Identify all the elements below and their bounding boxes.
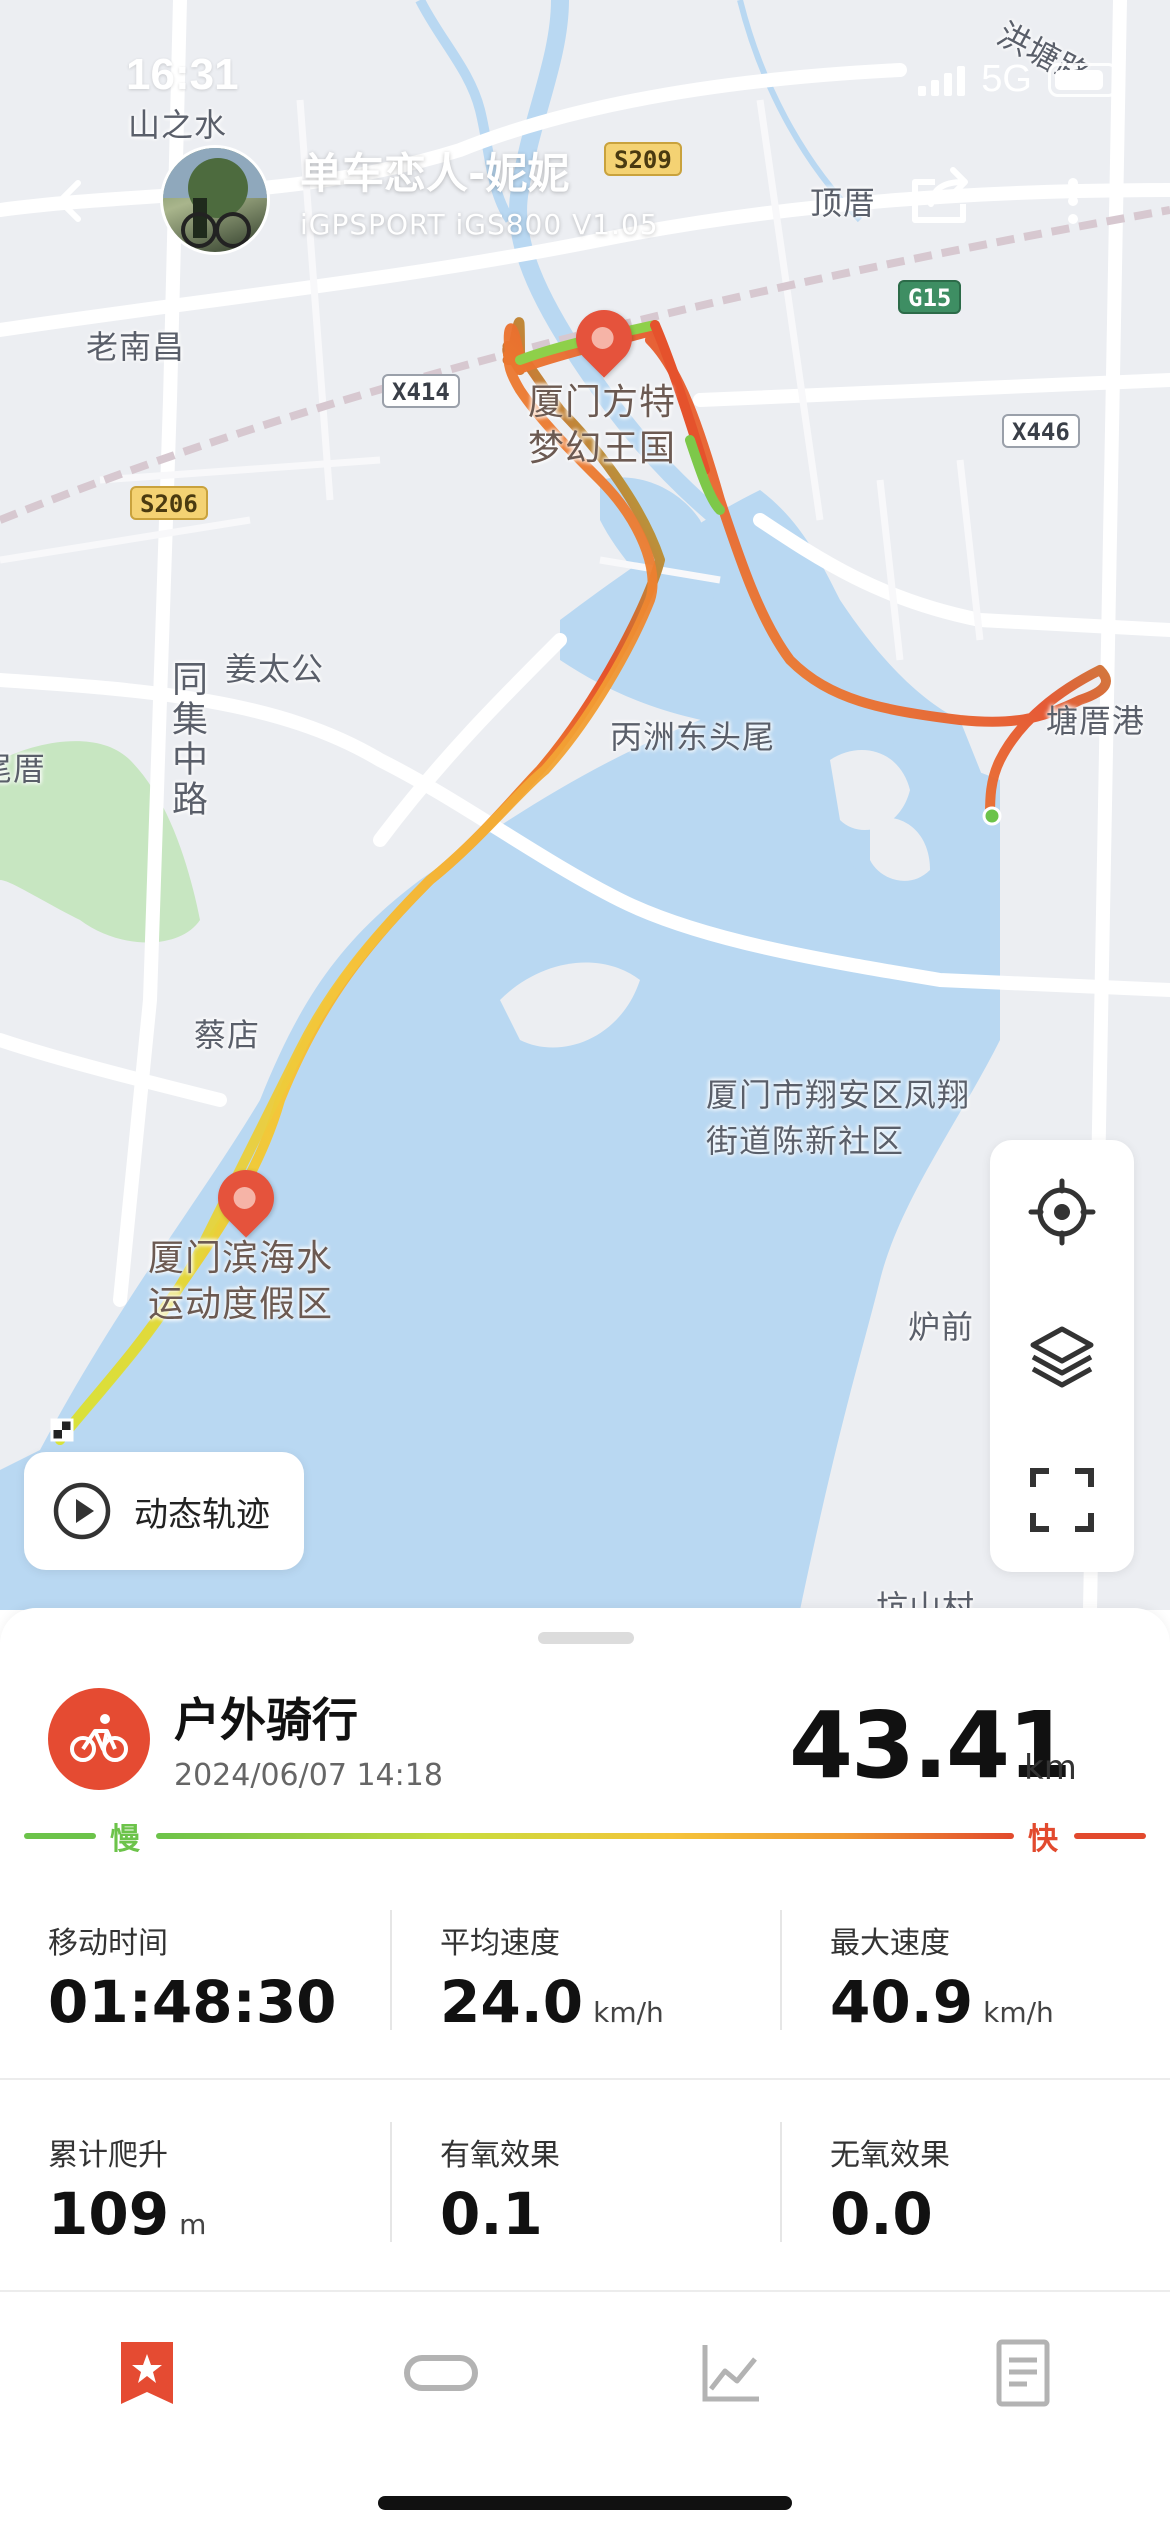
map-label-weicuo: 尾厝 xyxy=(0,750,47,788)
legend-bar-slow xyxy=(24,1833,96,1839)
stat-value: 0.0 xyxy=(830,2180,933,2248)
divider xyxy=(780,1910,782,2030)
distance-unit: km xyxy=(1024,1748,1077,1788)
stat-avg-speed: 平均速度 24.0 km/h xyxy=(390,1870,780,2080)
stat-value: 01:48:30 xyxy=(48,1968,337,2036)
map-label-shanzhishui: 山之水 xyxy=(128,106,228,144)
activity-datetime: 2024/06/07 14:18 xyxy=(174,1758,443,1793)
map-label-jiangtaigong: 姜太公 xyxy=(225,650,325,688)
layers-icon[interactable] xyxy=(990,1284,1134,1428)
stats-row-1: 移动时间 01:48:30 平均速度 24.0 km/h 最大速度 40.9 km/… xyxy=(0,1870,1170,2080)
map-label-bingzhou: 丙洲东头尾 xyxy=(610,718,776,756)
locate-icon[interactable] xyxy=(990,1140,1134,1284)
map-label-tangcuogang: 塘厝港 xyxy=(1046,702,1146,740)
stat-value: 0.1 xyxy=(440,2180,543,2248)
stat-elevation-gain: 累计爬升 109 m xyxy=(0,2082,390,2292)
road-shield-s209: S209 xyxy=(604,142,682,176)
map-view[interactable]: 山之水 洪塘路 顶厝 老南昌 姜太公 同集中路 尾厝 丙洲东头尾 塘厝港 蔡店 … xyxy=(0,0,1170,1610)
map-label-caidian: 蔡店 xyxy=(194,1016,261,1054)
tab-overview-star-icon[interactable] xyxy=(102,2328,192,2418)
legend-bar-fast xyxy=(1074,1833,1146,1839)
poi-label-fangte[interactable]: 厦门方特梦幻王国 xyxy=(528,380,688,472)
stats-row-2: 累计爬升 109 m 有氧效果 0.1 无氧效果 0.0 xyxy=(0,2082,1170,2292)
stat-max-speed: 最大速度 40.9 km/h xyxy=(780,1870,1170,2080)
bottom-tab-bar xyxy=(0,2298,1170,2448)
play-circle-icon xyxy=(53,1482,111,1540)
dynamic-track-label: 动态轨迹 xyxy=(134,1494,270,1535)
map-label-laonanchang: 老南昌 xyxy=(86,328,186,366)
divider xyxy=(390,2122,392,2242)
sheet-handle[interactable] xyxy=(538,1632,634,1644)
map-controls xyxy=(990,1140,1134,1572)
map-label-luqian: 炉前 xyxy=(908,1308,975,1346)
back-arrow-icon[interactable] xyxy=(40,165,100,235)
stat-label: 累计爬升 xyxy=(48,2138,168,2173)
fullscreen-icon[interactable] xyxy=(990,1428,1134,1572)
status-time: 16:31 xyxy=(126,50,239,99)
dynamic-track-button[interactable]: 动态轨迹 xyxy=(24,1452,304,1570)
stat-anaerobic-effect: 无氧效果 0.0 xyxy=(780,2082,1170,2292)
poi-label-binhai[interactable]: 厦门滨海水运动度假区 xyxy=(148,1236,348,1328)
road-shield-x446: X446 xyxy=(1002,414,1080,448)
map-label-tongjizhonglu: 同集中路 xyxy=(166,660,207,820)
map-label-dingcuo: 顶厝 xyxy=(810,184,877,222)
sport-type: 户外骑行 xyxy=(174,1693,358,1747)
battery-icon xyxy=(1048,62,1124,97)
legend-slow-label: 慢 xyxy=(110,1822,140,1857)
road-shield-x414: X414 xyxy=(382,374,460,408)
legend-fast-label: 快 xyxy=(1028,1822,1058,1857)
divider xyxy=(390,1910,392,2030)
status-indicators: 5G xyxy=(918,58,1124,101)
legend-gradient-bar xyxy=(156,1833,1014,1839)
stat-label: 无氧效果 xyxy=(830,2138,950,2173)
stat-moving-time: 移动时间 01:48:30 xyxy=(0,1870,390,2080)
tab-segments-icon[interactable] xyxy=(396,2328,486,2418)
avatar[interactable] xyxy=(160,145,270,255)
user-name: 单车恋人-妮妮 xyxy=(300,149,570,198)
stat-label: 移动时间 xyxy=(48,1926,168,1961)
more-vertical-icon[interactable] xyxy=(1048,165,1098,235)
road-shield-s206: S206 xyxy=(130,486,208,520)
stat-value: 24.0 km/h xyxy=(440,1968,664,2036)
home-indicator[interactable] xyxy=(378,2496,792,2510)
stat-label: 平均速度 xyxy=(440,1926,560,1961)
stat-aerobic-effect: 有氧效果 0.1 xyxy=(390,2082,780,2292)
device-name: iGPSPORT iGS800 V1.05 xyxy=(300,208,659,241)
tab-chart-icon[interactable] xyxy=(686,2328,776,2418)
tab-details-icon[interactable] xyxy=(978,2328,1068,2418)
stat-value: 40.9 km/h xyxy=(830,1968,1054,2036)
share-icon[interactable] xyxy=(905,160,975,230)
stat-label: 最大速度 xyxy=(830,1926,950,1961)
road-shield-g15: G15 xyxy=(898,280,962,314)
network-type: 5G xyxy=(981,58,1032,100)
divider xyxy=(780,2122,782,2242)
map-label-bottom-cut: 坑山村 xyxy=(876,1588,976,1610)
speed-legend: 慢 快 xyxy=(24,1814,1146,1858)
signal-icon xyxy=(918,64,966,96)
map-label-xiamen-xiangan: 厦门市翔安区凤翔街道陈新社区 xyxy=(706,1076,971,1160)
summary-sheet: 户外骑行 2024/06/07 14:18 43.41 km 慢 快 移动时间 … xyxy=(0,1608,1170,2532)
stat-value: 109 m xyxy=(48,2180,207,2248)
cycling-icon xyxy=(48,1688,150,1790)
stat-label: 有氧效果 xyxy=(440,2138,560,2173)
